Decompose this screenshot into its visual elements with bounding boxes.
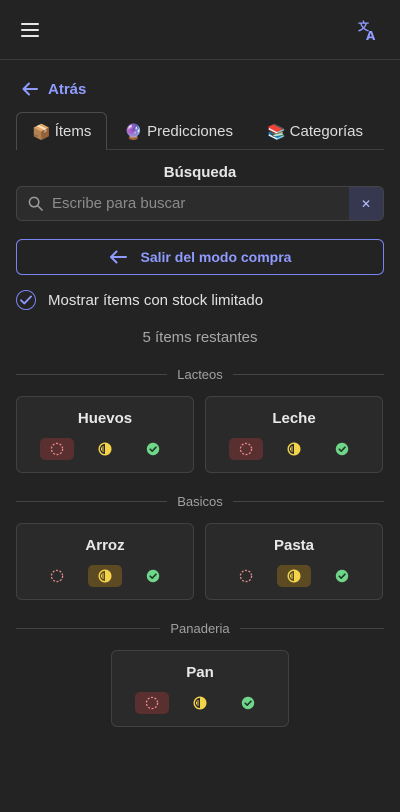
item-name: Arroz [85,537,125,554]
category-divider: Panaderia [16,621,384,636]
svg-text:A: A [366,29,376,41]
exit-shopping-mode-button[interactable]: Salir del modo compra [16,239,384,275]
half-stock-icon[interactable] [88,438,122,460]
stock-state-selector [17,565,193,587]
back-label: Atrás [48,80,87,98]
full-stock-icon[interactable] [231,692,265,714]
stock-state-selector [206,565,382,587]
search-box: ✕ [16,186,384,221]
empty-stock-icon[interactable] [229,438,263,460]
empty-stock-icon[interactable] [40,438,74,460]
item-name: Pasta [273,537,315,554]
search-icon [28,196,43,211]
stock-filter-label: Mostrar ítems con stock limitado [48,291,264,309]
search-input[interactable] [52,195,349,212]
tab-predictions[interactable]: 🔮 Predicciones [107,112,250,150]
item-card[interactable]: Pan [111,650,289,727]
item-card[interactable]: Huevos [16,396,194,473]
empty-stock-icon[interactable] [135,692,169,714]
arrow-left-icon [22,82,38,96]
item-grid: Pan [16,650,384,727]
package-icon: 📦 [32,123,51,141]
stock-filter-checkbox[interactable] [16,290,36,310]
exit-button-label: Salir del modo compra [140,249,292,265]
category-divider: Lacteos [16,367,384,382]
item-grid: Arroz Pasta [16,523,384,600]
empty-stock-icon[interactable] [229,565,263,587]
item-name: Huevos [77,410,133,427]
remaining-count: 5 ítems restantes [142,329,258,346]
tab-bar: 📦 Ítems 🔮 Predicciones 📚 Categorías [16,112,384,150]
stock-state-selector [112,692,288,714]
arrow-left-icon [109,250,127,264]
top-bar: 文 A [0,0,400,60]
check-icon [20,295,32,305]
tab-label: Categorías [289,123,364,140]
item-card[interactable]: Pasta [205,523,383,600]
back-link[interactable]: Atrás [16,80,384,98]
half-stock-icon[interactable] [277,438,311,460]
half-stock-icon[interactable] [277,565,311,587]
tab-items[interactable]: 📦 Ítems [16,112,108,150]
full-stock-icon[interactable] [325,565,359,587]
category-label: Lacteos [177,367,223,382]
half-stock-icon[interactable] [88,565,122,587]
crystal-ball-icon: 🔮 [124,123,144,141]
tab-label: Predicciones [147,123,233,140]
item-grid: Huevos Leche [16,396,384,473]
category-divider: Basicos [16,494,384,509]
empty-stock-icon[interactable] [40,565,74,587]
item-name: Leche [272,410,316,427]
full-stock-icon[interactable] [325,438,359,460]
item-card[interactable]: Leche [205,396,383,473]
hamburger-icon[interactable] [21,22,39,37]
half-stock-icon[interactable] [183,692,217,714]
item-card[interactable]: Arroz [16,523,194,600]
books-icon: 📚 [266,123,286,141]
full-stock-icon[interactable] [136,438,170,460]
search-label: Búsqueda [163,164,237,181]
tab-label: Ítems [54,123,92,140]
clear-search-button[interactable]: ✕ [349,187,383,220]
stock-state-selector [206,438,382,460]
translate-icon[interactable]: 文 A [357,19,379,41]
stock-filter-row: Mostrar ítems con stock limitado [16,290,384,310]
stock-state-selector [17,438,193,460]
category-label: Basicos [177,494,223,509]
item-name: Pan [186,664,214,681]
full-stock-icon[interactable] [136,565,170,587]
tab-categories[interactable]: 📚 Categorías [250,112,380,150]
category-label: Panaderia [170,621,230,636]
